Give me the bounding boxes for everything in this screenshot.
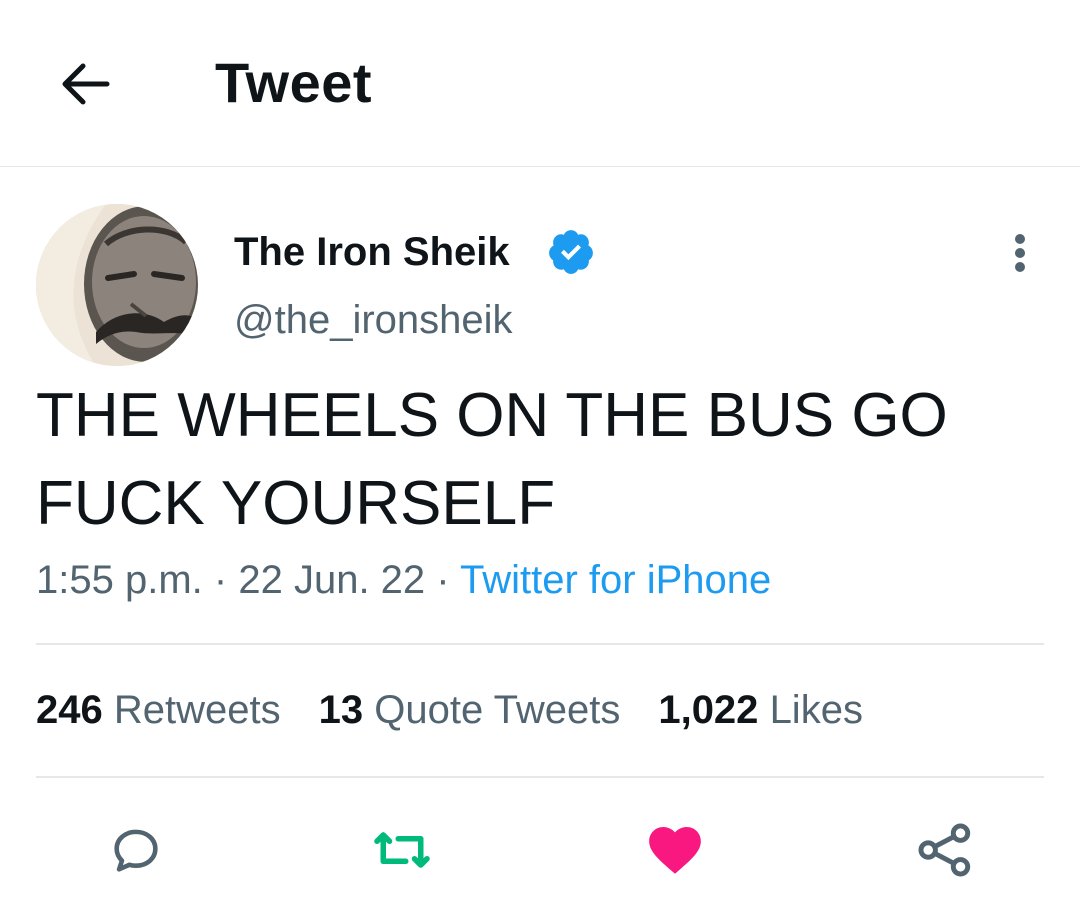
quote-tweets-label: Quote Tweets — [374, 688, 621, 732]
avatar[interactable] — [36, 204, 198, 366]
retweets-stat[interactable]: 246 Retweets — [36, 688, 281, 733]
page-title: Tweet — [215, 51, 373, 114]
author-handle[interactable]: @the_ironsheik — [234, 298, 513, 343]
reply-button[interactable] — [104, 818, 168, 882]
tweet-meta: 1:55 p.m. · 22 Jun. 22 · Twitter for iPh… — [36, 558, 771, 603]
retweet-icon — [374, 832, 430, 868]
verified-badge-icon — [549, 230, 593, 274]
quote-tweets-count: 13 — [318, 688, 364, 732]
share-icon — [918, 823, 971, 877]
like-button[interactable] — [643, 818, 707, 882]
reply-icon — [114, 829, 158, 872]
meta-separator: · — [213, 558, 228, 602]
top-bar: Tweet — [0, 0, 1080, 167]
arrow-left-icon — [62, 63, 110, 105]
quote-tweets-stat[interactable]: 13 Quote Tweets — [319, 688, 621, 733]
header-divider — [0, 166, 1080, 167]
tweet-text: THE WHEELS ON THE BUS GO FUCK YOURSELF — [36, 381, 948, 538]
divider — [36, 643, 1044, 645]
share-button[interactable] — [913, 818, 977, 882]
retweets-label: Retweets — [113, 688, 281, 732]
retweet-button[interactable] — [370, 818, 434, 882]
divider — [36, 776, 1044, 778]
tweet-time: 1:55 p.m. — [36, 558, 203, 602]
tweet-source-link[interactable]: Twitter for iPhone — [460, 558, 771, 602]
engagement-stats: 246 Retweets 13 Quote Tweets 1,022 Likes — [36, 688, 863, 733]
retweets-count: 246 — [36, 688, 103, 732]
more-options-button[interactable] — [1000, 228, 1040, 278]
likes-stat[interactable]: 1,022 Likes — [658, 688, 863, 733]
author-name[interactable]: The Iron Sheik — [234, 230, 510, 275]
likes-count: 1,022 — [658, 688, 759, 732]
heart-icon — [649, 827, 701, 874]
avatar-image — [36, 204, 198, 366]
back-button[interactable] — [50, 52, 120, 116]
more-vertical-icon — [1015, 234, 1025, 272]
meta-separator: · — [436, 558, 450, 602]
likes-label: Likes — [769, 688, 863, 732]
tweet-date: 22 Jun. 22 — [238, 558, 426, 602]
